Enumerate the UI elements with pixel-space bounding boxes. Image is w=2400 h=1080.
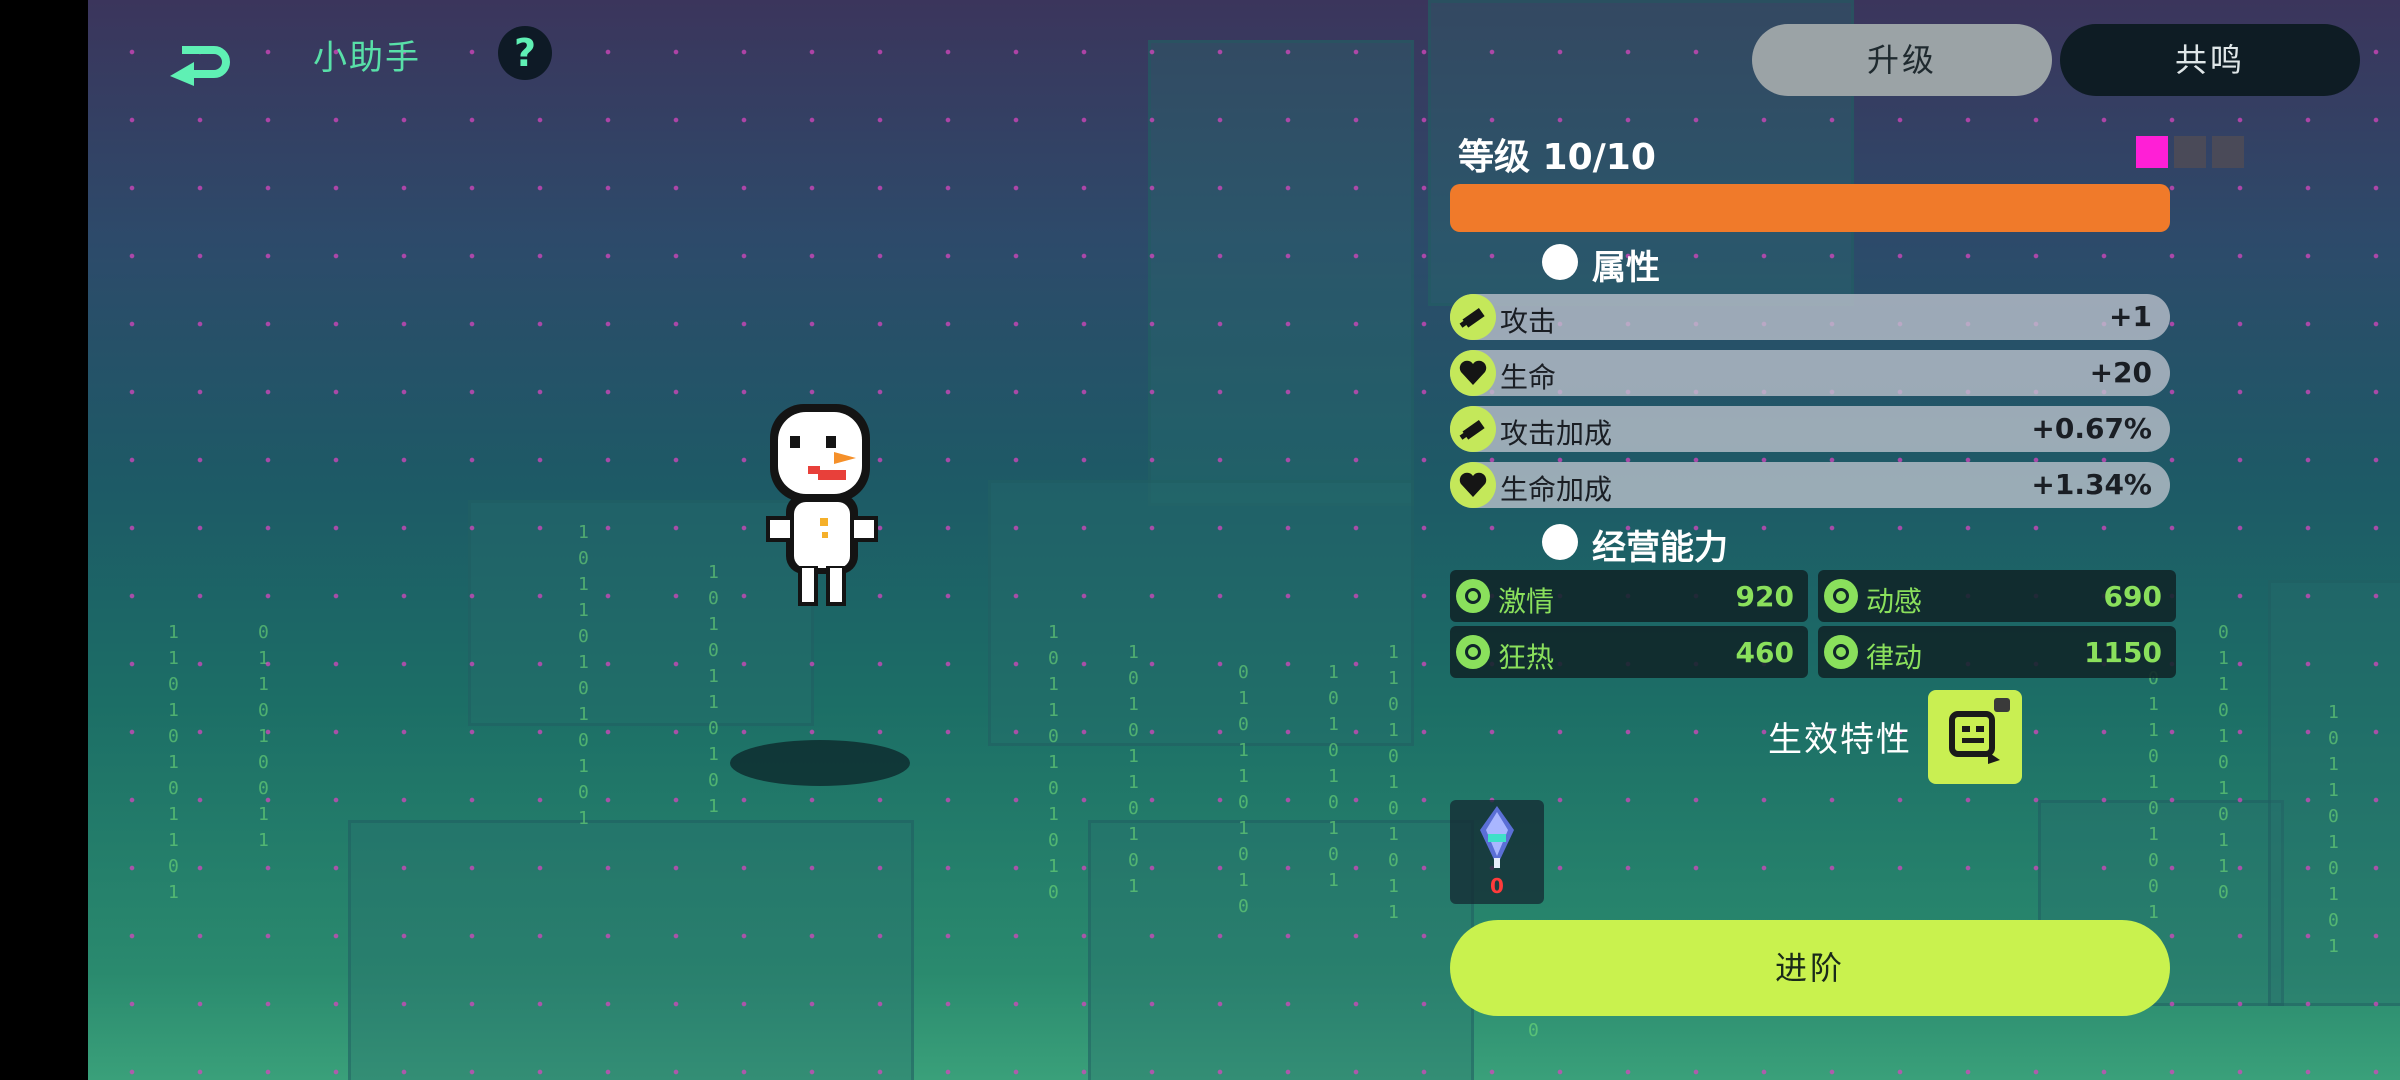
rank-star-filled	[2136, 136, 2168, 168]
item-slot[interactable]: 0	[1450, 800, 1544, 904]
heart-icon	[1450, 462, 1496, 508]
rank-star-empty	[2174, 136, 2206, 168]
target-icon	[1824, 635, 1858, 669]
target-icon	[1456, 579, 1490, 613]
attr-row-hp-bonus: 生命加成 +1.34%	[1450, 462, 2170, 508]
target-icon	[1456, 635, 1490, 669]
business-stat-value: 460	[1735, 636, 1794, 669]
sword-icon	[1450, 406, 1496, 452]
business-stat-rhythm: 律动 1150	[1818, 626, 2176, 678]
level-text: 等级 10/10	[1458, 137, 1656, 178]
attr-label: 攻击加成	[1500, 417, 1613, 450]
business-stat-label: 律动	[1866, 641, 1923, 674]
tab-resonance[interactable]: 共鸣	[2060, 24, 2360, 96]
attr-value: +1.34%	[2031, 468, 2152, 501]
business-stat-value: 1150	[2084, 636, 2162, 669]
attr-value: +20	[2089, 356, 2152, 389]
business-stat-dynamic: 动感 690	[1818, 570, 2176, 622]
attr-label: 生命	[1500, 361, 1557, 394]
business-stat-label: 激情	[1498, 585, 1555, 618]
sword-icon	[1450, 294, 1496, 340]
attr-row-attack: 攻击 +1	[1450, 294, 2170, 340]
attr-value: +0.67%	[2031, 412, 2152, 445]
crystal-icon	[1480, 806, 1514, 868]
back-button[interactable]	[168, 30, 238, 86]
trait-badge[interactable]	[1928, 690, 2022, 784]
attr-row-hp: 生命 +20	[1450, 350, 2170, 396]
business-stat-value: 920	[1735, 580, 1794, 613]
bg-dot-grid	[88, 0, 2400, 1080]
business-stat-frenzy: 狂热 460	[1450, 626, 1808, 678]
attr-label: 生命加成	[1500, 473, 1613, 506]
back-arrow-icon	[170, 46, 230, 86]
trait-label: 生效特性	[1768, 720, 1912, 760]
heart-icon	[1450, 350, 1496, 396]
character-shadow	[730, 740, 910, 786]
business-stat-label: 狂热	[1498, 641, 1555, 674]
business-stat-value: 690	[2103, 580, 2162, 613]
rank-star-empty	[2212, 136, 2244, 168]
tab-upgrade[interactable]: 升级	[1752, 24, 2052, 96]
target-icon	[1824, 579, 1858, 613]
mask-trait-icon	[1949, 698, 2010, 764]
attr-value: +1	[2109, 300, 2152, 333]
attr-label: 攻击	[1500, 305, 1557, 338]
helper-label[interactable]: 小助手	[313, 30, 421, 79]
item-count: 0	[1490, 874, 1504, 898]
attr-row-attack-bonus: 攻击加成 +0.67%	[1450, 406, 2170, 452]
business-stat-label: 动感	[1866, 585, 1923, 618]
advance-button[interactable]: 进阶	[1450, 920, 2170, 1016]
attributes-title: 属性	[1592, 248, 1660, 288]
business-title: 经营能力	[1592, 528, 1728, 568]
help-button[interactable]: ?	[498, 26, 552, 80]
business-stat-passion: 激情 920	[1450, 570, 1808, 622]
business-bullet	[1542, 524, 1578, 560]
level-progress-bar	[1450, 184, 2170, 232]
game-scene: 1 1 0 1 0 1 0 1 1 0 1 0 1 1 0 1 0 0 1 1 …	[88, 0, 2400, 1080]
attributes-bullet	[1542, 244, 1578, 280]
snowman-character[interactable]	[756, 398, 886, 614]
